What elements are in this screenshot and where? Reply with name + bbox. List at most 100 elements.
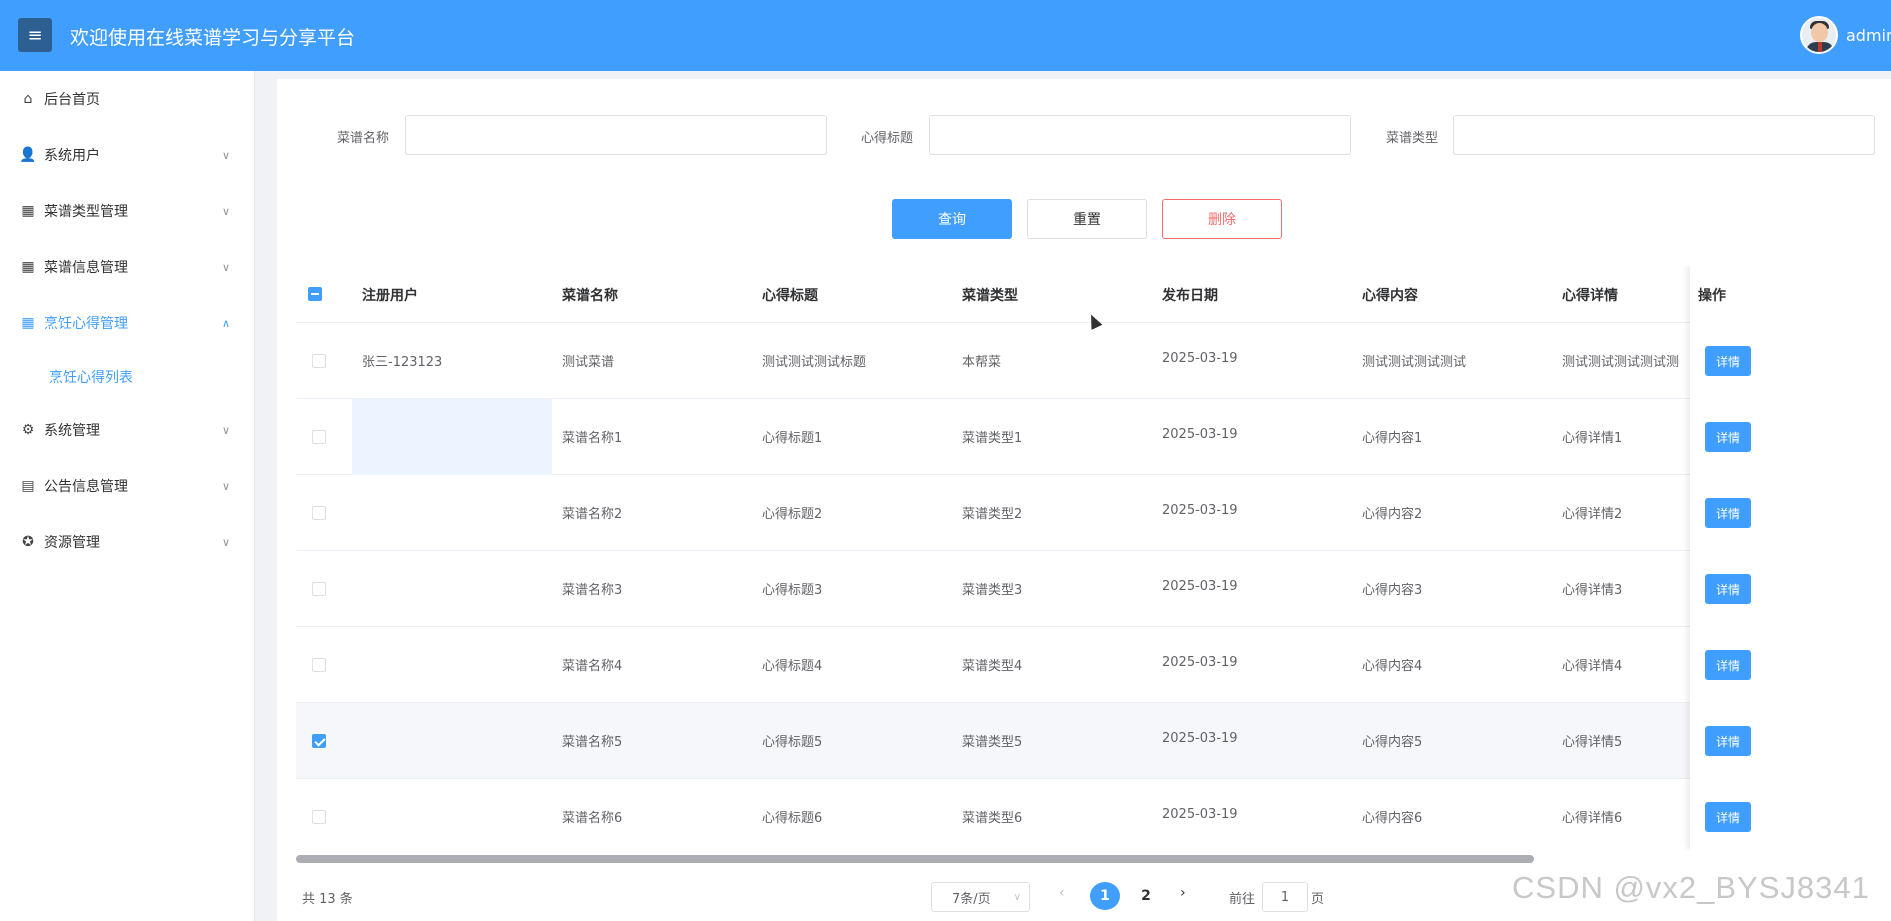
home-icon: ⌂ bbox=[23, 91, 33, 107]
row-checkbox[interactable] bbox=[312, 734, 326, 748]
cell-note-detail: 心得详情3 bbox=[1562, 583, 1623, 598]
cell-recipe-type: 菜谱类型2 bbox=[962, 507, 1023, 522]
sidebar-item-label: 公告信息管理 bbox=[44, 479, 128, 495]
cell-publish-date: 2025-03-19 bbox=[1162, 579, 1238, 594]
cell-note-detail: 心得详情2 bbox=[1562, 507, 1623, 522]
row-checkbox[interactable] bbox=[312, 658, 326, 672]
menu-icon: ≡ bbox=[27, 24, 43, 46]
page-size-value: 7条/页 bbox=[952, 891, 991, 907]
detail-button[interactable]: 详情 bbox=[1705, 346, 1751, 376]
page-number-1[interactable]: 1 bbox=[1090, 882, 1120, 910]
table-row[interactable]: 菜谱名称6 心得标题6 菜谱类型6 2025-03-19 心得内容6 心得详情6 bbox=[296, 779, 1891, 850]
recipe-type-input[interactable] bbox=[1453, 115, 1875, 155]
cell-note-detail: 心得详情6 bbox=[1562, 811, 1623, 826]
hover-cell-highlight bbox=[352, 399, 552, 475]
chevron-down-icon: ∨ bbox=[222, 479, 231, 493]
cell-user: 张三-123123 bbox=[362, 355, 443, 370]
row-checkbox[interactable] bbox=[312, 354, 326, 368]
cell-recipe-name: 菜谱名称5 bbox=[562, 735, 623, 750]
column-header-recipe-type: 菜谱类型 bbox=[962, 288, 1018, 304]
table-row[interactable]: 菜谱名称1 心得标题1 菜谱类型1 2025-03-19 心得内容1 心得详情1 bbox=[296, 399, 1891, 475]
sidebar-subitem-cooking-notes-list[interactable]: 烹饪心得列表 bbox=[0, 349, 255, 405]
chevron-down-icon: ∨ bbox=[1013, 891, 1021, 903]
column-header-user: 注册用户 bbox=[362, 288, 418, 304]
detail-button[interactable]: 详情 bbox=[1705, 422, 1751, 452]
cell-recipe-type: 菜谱类型3 bbox=[962, 583, 1023, 598]
reset-button[interactable]: 重置 bbox=[1027, 199, 1147, 239]
menu-toggle-button[interactable]: ≡ bbox=[18, 18, 52, 52]
row-checkbox[interactable] bbox=[312, 430, 326, 444]
goto-label: 前往 bbox=[1229, 892, 1256, 907]
sidebar-item-announcements[interactable]: ▤ 公告信息管理 ∨ bbox=[0, 458, 255, 514]
table-row[interactable]: 菜谱名称2 心得标题2 菜谱类型2 2025-03-19 心得内容2 心得详情2 bbox=[296, 475, 1891, 551]
cell-note-detail: 心得详情5 bbox=[1562, 735, 1623, 750]
sidebar-item-label: 系统管理 bbox=[44, 423, 100, 439]
sidebar-item-cooking-notes[interactable]: ▦ 烹饪心得管理 ∧ bbox=[0, 295, 255, 351]
column-header-operation: 操作 bbox=[1698, 288, 1726, 304]
goto-page-input[interactable] bbox=[1262, 882, 1308, 912]
sidebar-item-home[interactable]: ⌂ 后台首页 bbox=[0, 71, 255, 127]
select-all-checkbox[interactable] bbox=[308, 287, 322, 301]
row-checkbox[interactable] bbox=[312, 582, 326, 596]
page-size-select[interactable]: 7条/页 ∨ bbox=[931, 882, 1030, 912]
cell-note-content: 心得内容5 bbox=[1362, 735, 1423, 750]
sidebar-item-label: 烹饪心得管理 bbox=[44, 316, 128, 332]
cell-note-title: 心得标题2 bbox=[762, 507, 823, 522]
row-checkbox[interactable] bbox=[312, 810, 326, 824]
grid-icon: ▦ bbox=[21, 315, 35, 331]
page-number-2[interactable]: 2 bbox=[1131, 882, 1161, 910]
row-checkbox[interactable] bbox=[312, 506, 326, 520]
cell-publish-date: 2025-03-19 bbox=[1162, 731, 1238, 746]
chevron-down-icon: ∨ bbox=[222, 260, 231, 274]
next-page-icon[interactable]: › bbox=[1180, 885, 1186, 901]
username[interactable]: admin bbox=[1846, 26, 1891, 45]
query-button[interactable]: 查询 bbox=[892, 199, 1012, 239]
cell-recipe-name: 菜谱名称3 bbox=[562, 583, 623, 598]
cell-publish-date: 2025-03-19 bbox=[1162, 807, 1238, 822]
table-row[interactable]: 张三-123123 测试菜谱 测试测试测试标题 本帮菜 2025-03-19 测试测试测试… bbox=[296, 323, 1891, 399]
cell-publish-date: 2025-03-19 bbox=[1162, 503, 1238, 518]
cell-note-content: 心得内容6 bbox=[1362, 811, 1423, 826]
table-row[interactable]: 菜谱名称5 心得标题5 菜谱类型5 2025-03-19 心得内容5 心得详情5 bbox=[296, 703, 1891, 779]
chevron-down-icon: ∨ bbox=[222, 535, 231, 549]
detail-button[interactable]: 详情 bbox=[1705, 498, 1751, 528]
detail-button[interactable]: 详情 bbox=[1705, 726, 1751, 756]
detail-button[interactable]: 详情 bbox=[1705, 650, 1751, 680]
cell-recipe-type: 菜谱类型5 bbox=[962, 735, 1023, 750]
avatar[interactable] bbox=[1800, 16, 1838, 54]
cell-note-content: 心得内容3 bbox=[1362, 583, 1423, 598]
table-horizontal-scrollbar[interactable] bbox=[296, 855, 1534, 863]
recipe-type-label: 菜谱类型 bbox=[1386, 131, 1439, 146]
cell-recipe-type: 菜谱类型6 bbox=[962, 811, 1023, 826]
sidebar-item-resources[interactable]: ✪ 资源管理 ∨ bbox=[0, 514, 255, 570]
cell-publish-date: 2025-03-19 bbox=[1162, 427, 1238, 442]
recipe-name-input[interactable] bbox=[405, 115, 827, 155]
table-row[interactable]: 菜谱名称4 心得标题4 菜谱类型4 2025-03-19 心得内容4 心得详情4 bbox=[296, 627, 1891, 703]
delete-button[interactable]: 删除 bbox=[1162, 199, 1282, 239]
cell-note-title: 心得标题4 bbox=[762, 659, 823, 674]
cell-note-detail: 心得详情1 bbox=[1562, 431, 1623, 446]
note-title-input[interactable] bbox=[929, 115, 1351, 155]
detail-button[interactable]: 详情 bbox=[1705, 574, 1751, 604]
sidebar-item-recipe-info[interactable]: ▦ 菜谱信息管理 ∨ bbox=[0, 239, 255, 295]
sidebar-item-system-management[interactable]: ⚙ 系统管理 ∨ bbox=[0, 402, 255, 458]
sidebar-item-label: 后台首页 bbox=[44, 92, 100, 108]
cell-note-title: 心得标题3 bbox=[762, 583, 823, 598]
cell-recipe-name: 测试菜谱 bbox=[562, 355, 615, 370]
sidebar-item-label: 菜谱信息管理 bbox=[44, 260, 128, 276]
recipe-name-label: 菜谱名称 bbox=[337, 131, 390, 146]
table-row[interactable]: 菜谱名称3 心得标题3 菜谱类型3 2025-03-19 心得内容3 心得详情3 bbox=[296, 551, 1891, 627]
sidebar-item-recipe-type[interactable]: ▦ 菜谱类型管理 ∨ bbox=[0, 183, 255, 239]
cell-note-content: 测试测试测试测试 bbox=[1362, 355, 1467, 370]
cell-recipe-name: 菜谱名称6 bbox=[562, 811, 623, 826]
cell-recipe-name: 菜谱名称4 bbox=[562, 659, 623, 674]
prev-page-icon[interactable]: ‹ bbox=[1059, 885, 1065, 901]
cell-note-content: 心得内容2 bbox=[1362, 507, 1423, 522]
sidebar-item-system-users[interactable]: 👤 系统用户 ∨ bbox=[0, 127, 255, 183]
cell-note-title: 心得标题1 bbox=[762, 431, 823, 446]
detail-button[interactable]: 详情 bbox=[1705, 802, 1751, 832]
grid-icon: ▦ bbox=[21, 203, 35, 219]
cell-recipe-type: 菜谱类型4 bbox=[962, 659, 1023, 674]
gear-icon: ⚙ bbox=[21, 422, 35, 438]
sidebar: ⌂ 后台首页 👤 系统用户 ∨ ▦ 菜谱类型管理 ∨ ▦ 菜谱信息管理 ∨ ▦ … bbox=[0, 71, 255, 921]
